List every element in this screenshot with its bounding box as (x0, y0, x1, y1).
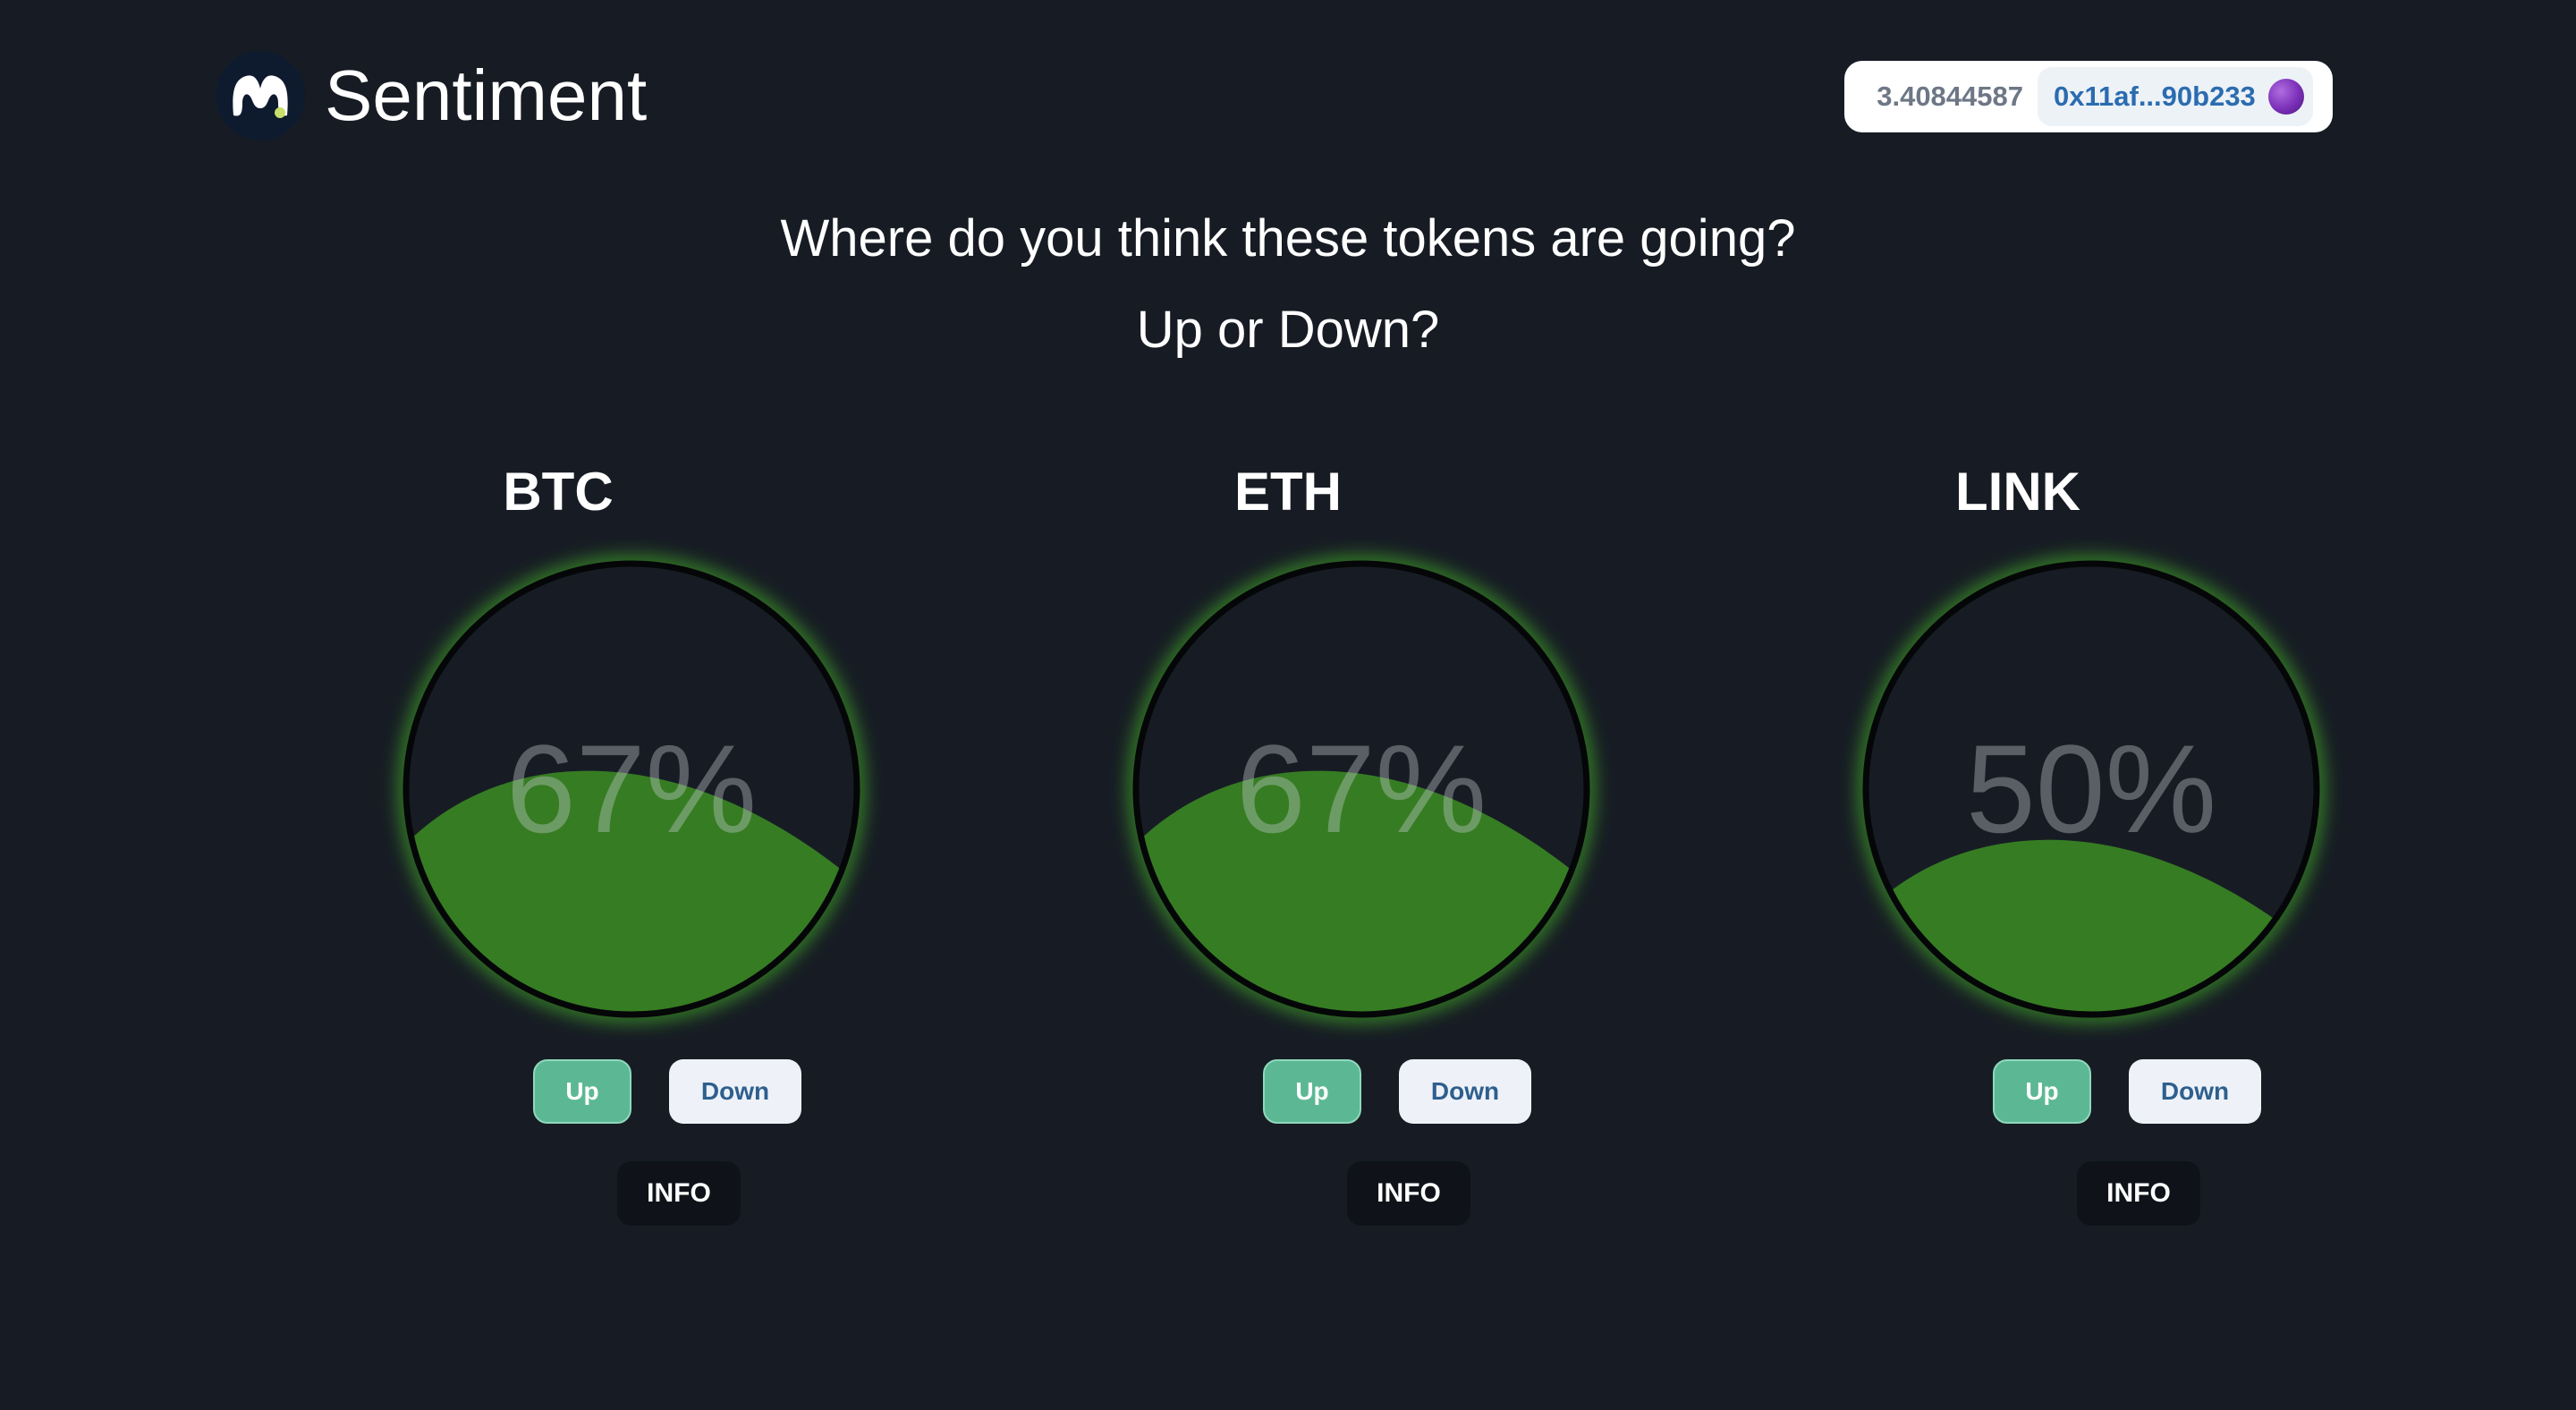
gauge-svg: 50% (1860, 557, 2323, 1021)
wallet-address-button[interactable]: 0x11af...90b233 (2038, 67, 2313, 126)
sentiment-logo-icon (216, 51, 305, 140)
up-button[interactable]: Up (1263, 1059, 1361, 1124)
page: Sentiment 3.40844587 0x11af...90b233 Whe… (0, 0, 2576, 1410)
info-button[interactable]: INFO (2077, 1161, 2200, 1226)
info-button[interactable]: INFO (617, 1161, 741, 1226)
wallet-avatar-icon (2267, 79, 2304, 115)
gauge-svg: 67% (1130, 557, 1593, 1021)
question-subtitle: Up or Down? (1136, 301, 1440, 359)
wallet-balance: 3.40844587 (1877, 81, 2023, 112)
info-button[interactable]: INFO (1347, 1161, 1470, 1226)
gauge-percent-label: 67% (1236, 718, 1487, 859)
gauge-percent-label: 50% (1966, 718, 2216, 859)
token-symbol: BTC (503, 462, 614, 522)
question-title: Where do you think these tokens are goin… (780, 209, 1796, 268)
brand-name: Sentiment (325, 55, 648, 135)
gauge-svg: 67% (400, 557, 863, 1021)
wallet-address: 0x11af...90b233 (2054, 81, 2256, 112)
down-button[interactable]: Down (1399, 1059, 1531, 1124)
token-symbol: LINK (1955, 462, 2080, 522)
down-button[interactable]: Down (2129, 1059, 2261, 1124)
up-button[interactable]: Up (533, 1059, 631, 1124)
sentiment-gauge: 67% (1130, 557, 1593, 1021)
down-button[interactable]: Down (669, 1059, 801, 1124)
token-symbol: ETH (1234, 462, 1342, 522)
sentiment-gauge: 50% (1860, 557, 2323, 1021)
wallet-widget[interactable]: 3.40844587 0x11af...90b233 (1844, 61, 2333, 132)
gauge-percent-label: 67% (506, 718, 757, 859)
sentiment-gauge: 67% (400, 557, 863, 1021)
up-button[interactable]: Up (1993, 1059, 2091, 1124)
brand-logo[interactable]: Sentiment (216, 51, 647, 140)
